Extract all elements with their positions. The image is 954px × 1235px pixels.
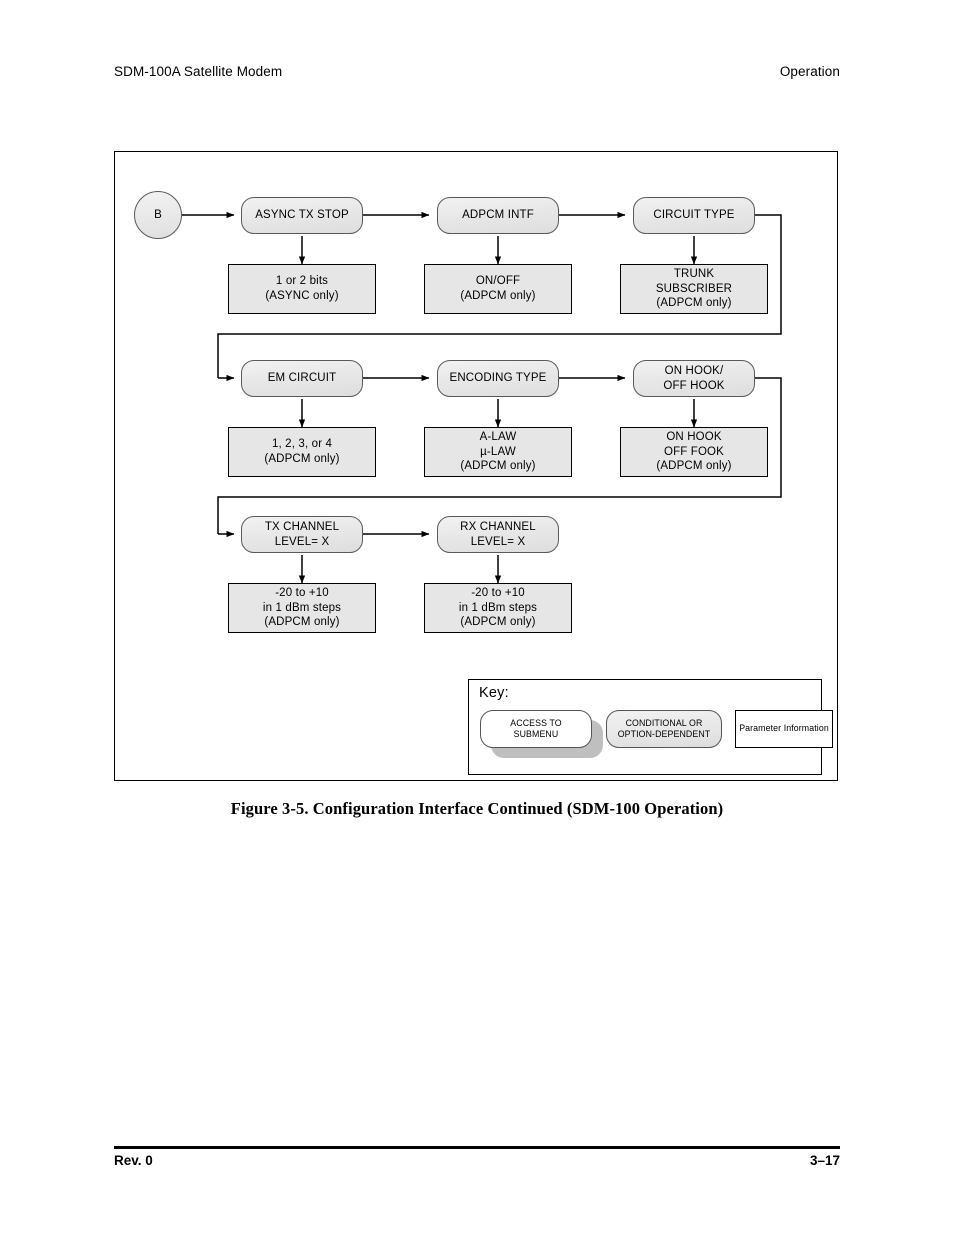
footer-divider	[114, 1146, 840, 1149]
param-rx-channel-level: -20 to +10 in 1 dBm steps (ADPCM only)	[424, 583, 572, 633]
figure-frame: B ASYNC TX STOP ADPCM INTF CIRCUIT TYPE …	[114, 151, 838, 781]
footer-revision: Rev. 0	[114, 1153, 153, 1168]
node-em-circuit[interactable]: EM CIRCUIT	[241, 360, 363, 397]
key-legend-box: Key: ACCESS TO SUBMENU CONDITIONAL OR OP…	[468, 679, 833, 775]
figure-caption: Figure 3-5. Configuration Interface Cont…	[230, 799, 724, 818]
key-item-conditional-option-dependent: CONDITIONAL OR OPTION-DEPENDENT	[606, 710, 722, 748]
key-item-access-to-submenu: ACCESS TO SUBMENU	[480, 710, 592, 748]
node-circuit-type[interactable]: CIRCUIT TYPE	[633, 197, 755, 234]
key-title: Key:	[479, 685, 509, 701]
key-item-parameter-information: Parameter Information	[735, 710, 833, 748]
param-on-hook-off-hook: ON HOOK OFF FOOK (ADPCM only)	[620, 427, 768, 477]
page-header: SDM-100A Satellite Modem Operation	[114, 64, 840, 79]
node-adpcm-intf[interactable]: ADPCM INTF	[437, 197, 559, 234]
param-encoding-type: A-LAW µ-LAW (ADPCM only)	[424, 427, 572, 477]
footer-page-number: 3–17	[809, 1153, 840, 1168]
param-adpcm-intf: ON/OFF (ADPCM only)	[424, 264, 572, 314]
param-tx-channel-level: -20 to +10 in 1 dBm steps (ADPCM only)	[228, 583, 376, 633]
node-on-hook-off-hook[interactable]: ON HOOK/ OFF HOOK	[633, 360, 755, 397]
node-rx-channel-level[interactable]: RX CHANNEL LEVEL= X	[437, 516, 559, 553]
param-circuit-type: TRUNK SUBSCRIBER (ADPCM only)	[620, 264, 768, 314]
page-footer: Rev. 0 3–17	[114, 1146, 840, 1168]
param-async-tx-stop: 1 or 2 bits (ASYNC only)	[228, 264, 376, 314]
node-entry-connector-b[interactable]: B	[134, 191, 182, 239]
header-section-title: Operation	[779, 64, 840, 79]
node-tx-channel-level[interactable]: TX CHANNEL LEVEL= X	[241, 516, 363, 553]
param-em-circuit: 1, 2, 3, or 4 (ADPCM only)	[228, 427, 376, 477]
node-async-tx-stop[interactable]: ASYNC TX STOP	[241, 197, 363, 234]
node-encoding-type[interactable]: ENCODING TYPE	[437, 360, 559, 397]
header-document-title: SDM-100A Satellite Modem	[114, 64, 283, 79]
